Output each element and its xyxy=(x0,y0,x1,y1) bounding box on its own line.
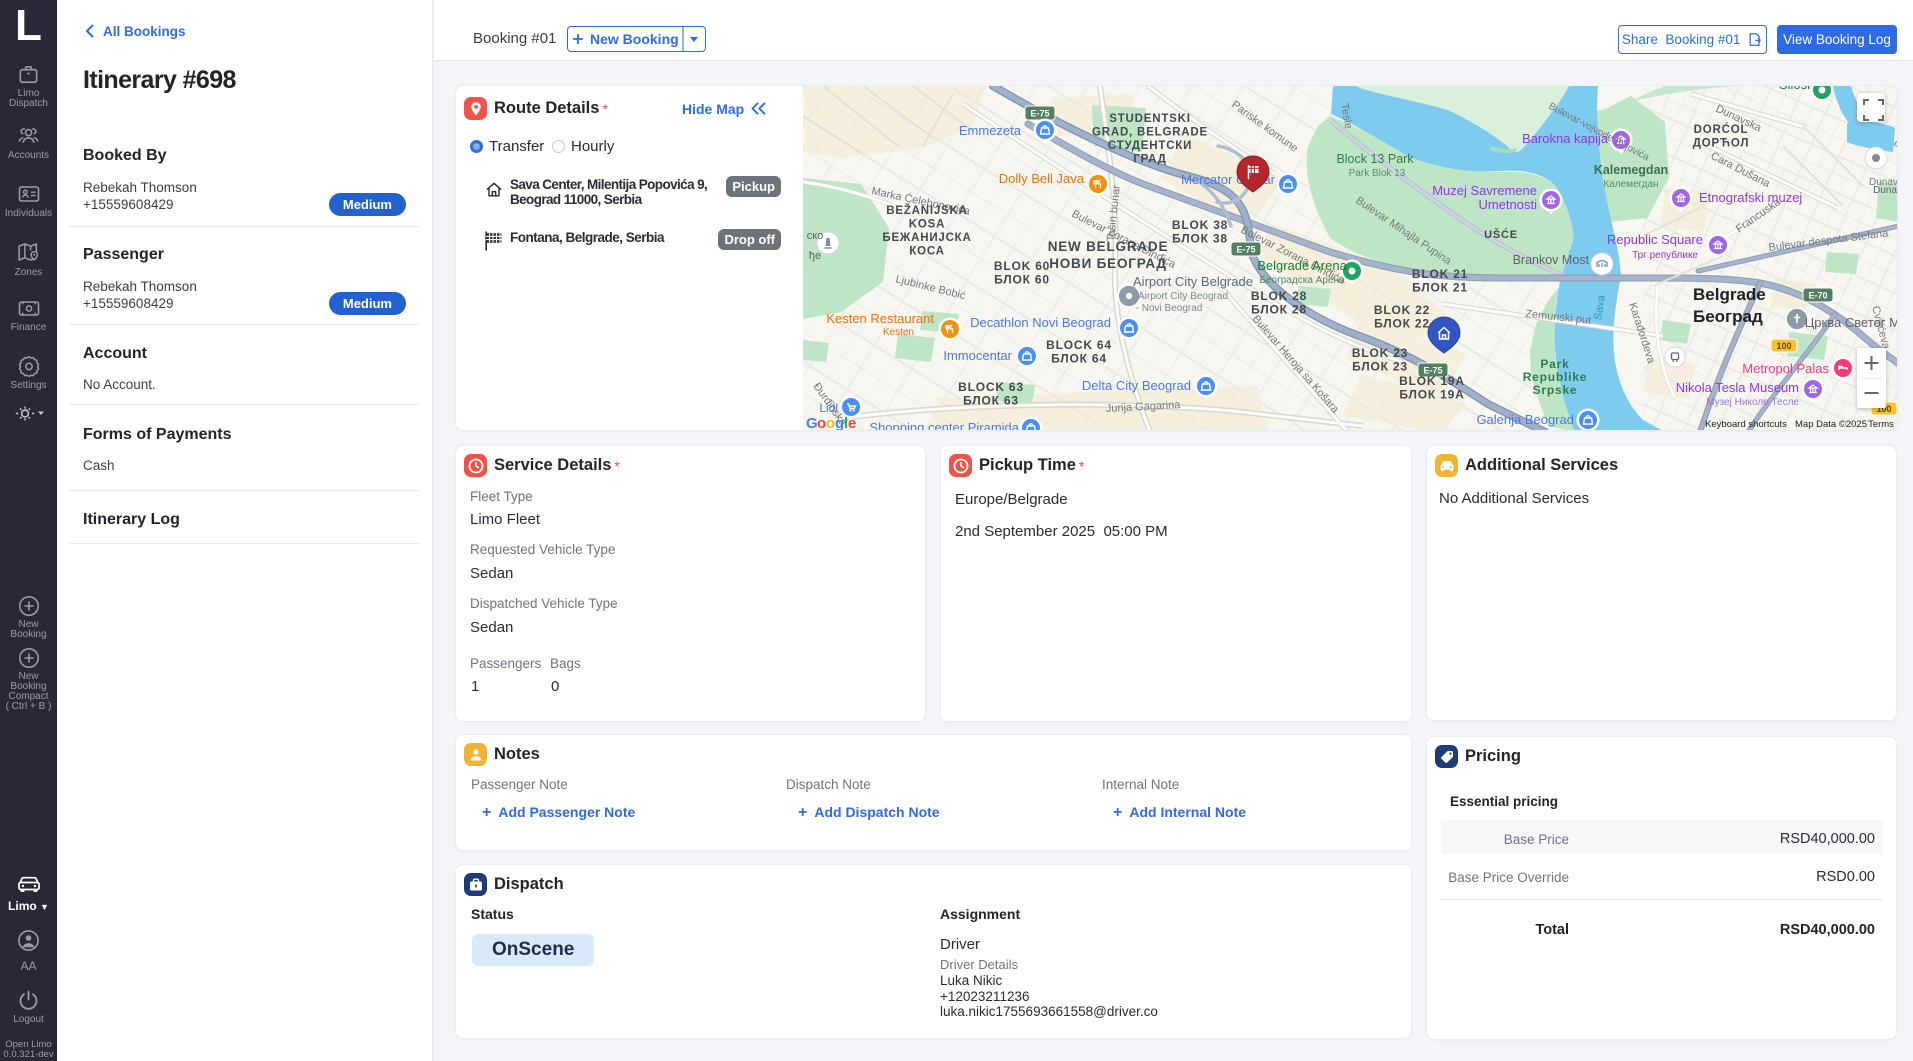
svg-text:Lidl: Lidl xyxy=(819,401,838,415)
svg-text:E-75: E-75 xyxy=(1030,109,1049,119)
svg-text:Umetnosti: Umetnosti xyxy=(1478,197,1537,212)
svg-text:Block 13 Park: Block 13 Park xyxy=(1336,152,1414,166)
svg-text:o: o xyxy=(826,415,835,431)
svg-text:Brankov Most: Brankov Most xyxy=(1513,253,1590,267)
svg-text:Delta City Beograd: Delta City Beograd xyxy=(1082,378,1191,393)
svg-text:UŠĆE: UŠĆE xyxy=(1484,228,1518,241)
svg-text:Shopping center Piramida: Shopping center Piramida xyxy=(869,420,1019,431)
svg-text:Emmezeta: Emmezeta xyxy=(959,123,1022,138)
svg-text:НОВИ БЕОГРАД: НОВИ БЕОГРАД xyxy=(1049,256,1167,271)
svg-text:o: o xyxy=(817,415,826,431)
svg-text:Map Data ©2025: Map Data ©2025 xyxy=(1795,419,1867,430)
svg-text:Muzej Savremene: Muzej Savremene xyxy=(1432,183,1537,198)
svg-text:Srpske: Srpske xyxy=(1533,383,1578,397)
svg-text:Metropol Palas: Metropol Palas xyxy=(1742,361,1829,376)
svg-text:БЛОК 19A: БЛОК 19A xyxy=(1399,388,1464,402)
svg-text:Duna: Duna xyxy=(1873,185,1897,196)
svg-text:100: 100 xyxy=(1776,341,1791,351)
svg-text:ГРАД: ГРАД xyxy=(1133,154,1166,166)
svg-text:NEW BELGRADE: NEW BELGRADE xyxy=(1048,239,1169,254)
svg-text:Park: Park xyxy=(1540,357,1569,371)
svg-text:БЛОК 64: БЛОК 64 xyxy=(1051,352,1107,366)
svg-text:BLOK 23: BLOK 23 xyxy=(1352,346,1408,360)
svg-text:ђе: ђе xyxy=(809,250,821,262)
svg-text:Калемегдан: Калемегдан xyxy=(1603,179,1658,190)
svg-text:Belgrade Arena: Belgrade Arena xyxy=(1257,258,1347,273)
svg-text:- Novi Beograd: - Novi Beograd xyxy=(1136,303,1203,314)
svg-text:Црква Светог М: Црква Светог М xyxy=(1805,315,1898,330)
svg-text:Immocentar: Immocentar xyxy=(943,348,1012,363)
svg-text:BLOK 38: BLOK 38 xyxy=(1172,218,1228,232)
svg-text:Airport City Belgrade: Airport City Belgrade xyxy=(1133,274,1253,289)
svg-text:Београдска Арена: Београдска Арена xyxy=(1259,275,1345,286)
svg-text:Dolly Bell Java: Dolly Bell Java xyxy=(999,171,1085,186)
svg-text:Barokna kapija: Barokna kapija xyxy=(1522,131,1609,146)
svg-text:KOSA: KOSA xyxy=(909,219,945,231)
svg-text:Kesten Restaurant: Kesten Restaurant xyxy=(826,311,934,326)
svg-text:BLOK 22: BLOK 22 xyxy=(1374,303,1430,317)
svg-text:БЛОК 23: БЛОК 23 xyxy=(1352,360,1408,374)
svg-text:БЛОК 60: БЛОК 60 xyxy=(994,273,1050,287)
svg-text:БЛОК 21: БЛОК 21 xyxy=(1412,281,1468,295)
svg-text:Decathlon Novi Beograd: Decathlon Novi Beograd xyxy=(970,315,1111,330)
svg-text:BLOK 60: BLOK 60 xyxy=(994,259,1050,273)
svg-text:БЕЖАНИЈСКА: БЕЖАНИЈСКА xyxy=(882,232,971,244)
svg-text:BLOCK 64: BLOCK 64 xyxy=(1046,338,1112,352)
svg-text:Keyboard shortcuts: Keyboard shortcuts xyxy=(1705,419,1787,430)
svg-text:КОСА: КОСА xyxy=(909,246,945,258)
svg-text:БЛОК 22: БЛОК 22 xyxy=(1374,317,1430,331)
svg-text:E-75: E-75 xyxy=(1236,245,1255,255)
svg-text:ДОРЋОЛ: ДОРЋОЛ xyxy=(1693,138,1749,150)
svg-text:BEŽANIJSKA: BEŽANIJSKA xyxy=(886,204,967,217)
svg-text:New Booking: New Booking xyxy=(590,31,679,47)
svg-text:Silosi: Silosi xyxy=(1779,86,1810,92)
svg-text:g: g xyxy=(835,415,844,431)
svg-text:Трг републике: Трг републике xyxy=(1632,249,1698,261)
svg-text:Kalemegdan: Kalemegdan xyxy=(1594,163,1668,177)
svg-text:БЛОК 28: БЛОК 28 xyxy=(1251,303,1307,317)
svg-text:G: G xyxy=(806,415,818,431)
svg-text:БЛОК 38: БЛОК 38 xyxy=(1172,232,1228,246)
svg-text:BLOK 28: BLOK 28 xyxy=(1251,289,1307,303)
svg-text:Republike: Republike xyxy=(1523,370,1588,384)
svg-text:Republic Square: Republic Square xyxy=(1607,232,1703,247)
svg-text:BLOK 21: BLOK 21 xyxy=(1412,267,1468,281)
svg-text:E-70: E-70 xyxy=(1808,291,1827,301)
svg-text:Belgrade: Belgrade xyxy=(1693,285,1766,304)
svg-text:Terms: Terms xyxy=(1868,419,1894,430)
svg-text:Nikola Tesla Museum: Nikola Tesla Museum xyxy=(1676,380,1799,395)
svg-text:Музеј Николе Тесле: Музеј Николе Тесле xyxy=(1706,397,1799,408)
svg-text:СТУДЕНТСКИ: СТУДЕНТСКИ xyxy=(1108,140,1192,152)
svg-text:Galerija Beograd: Galerija Beograd xyxy=(1476,412,1574,427)
svg-text:GRAD, BELGRADE: GRAD, BELGRADE xyxy=(1092,127,1208,139)
svg-text:BLOCK 63: BLOCK 63 xyxy=(958,380,1024,394)
svg-text:Park Blok 13: Park Blok 13 xyxy=(1349,168,1406,179)
svg-text:e: e xyxy=(848,415,856,431)
svg-text:Kesten: Kesten xyxy=(883,327,914,338)
svg-text:Etnografski muzej: Etnografski muzej xyxy=(1699,190,1802,205)
svg-text:STUDENTSKI: STUDENTSKI xyxy=(1109,113,1190,125)
svg-text:БЛОК 63: БЛОК 63 xyxy=(963,394,1019,408)
svg-text:BLOK 19A: BLOK 19A xyxy=(1399,374,1465,388)
svg-text:ско: ско xyxy=(807,230,824,242)
svg-text:Београд: Београд xyxy=(1693,307,1763,326)
svg-text:DORĆOL: DORĆOL xyxy=(1694,123,1749,136)
svg-text:Airport City Beograd: Airport City Beograd xyxy=(1138,291,1228,302)
